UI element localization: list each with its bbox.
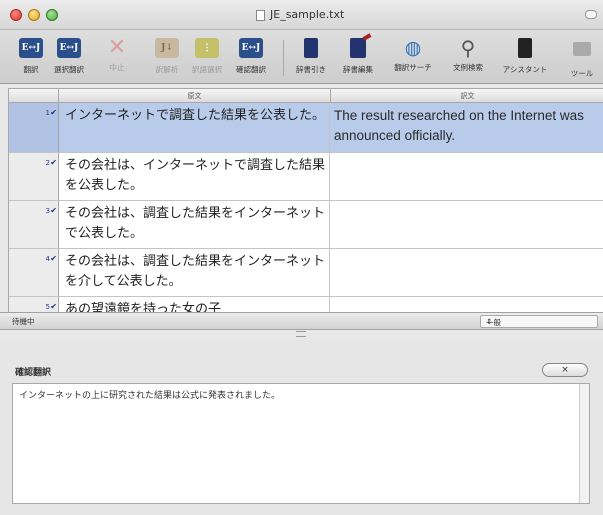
word-choice-label: 訳語選択 — [192, 65, 222, 74]
word-choice-button[interactable]: ⋮ 訳語選択 — [190, 36, 224, 80]
tools-label: ツール — [570, 69, 594, 78]
check-icon[interactable]: ✔ — [50, 254, 57, 263]
close-pane-button[interactable]: × — [542, 363, 588, 377]
assistant-button[interactable]: アシスタント — [498, 36, 552, 80]
stop-label: 中止 — [109, 63, 125, 72]
confirm-translation-icon: E↔J — [238, 38, 264, 62]
confirm-text: インターネットの上に研究された結果は公式に発表されました。 — [19, 391, 281, 401]
row-number-cell: 3 ✔ — [9, 201, 59, 248]
target-text — [330, 297, 603, 300]
status-bar: 待機中 一般 ⇕ — [0, 312, 603, 330]
header-number-column — [9, 89, 59, 103]
translation-search-label: 翻訳サーチ — [394, 63, 432, 72]
confirm-scrollbar[interactable] — [579, 384, 589, 503]
check-icon[interactable]: ✔ — [50, 206, 57, 215]
translation-search-icon: ◍ — [404, 37, 422, 59]
header-source-column[interactable]: 原文 — [59, 89, 331, 103]
splitter-handle[interactable] — [296, 331, 306, 337]
word-choice-icon: ⋮ — [194, 38, 220, 62]
row-number-cell: 1 ✔ — [9, 103, 59, 152]
table-row[interactable]: 5 ✔ あの望遠鏡を持った女の子 — [9, 297, 603, 312]
row-number-cell: 4 ✔ — [9, 249, 59, 296]
confirm-translation-label: 確認翻訳 — [236, 65, 266, 74]
confirm-translation-button[interactable]: E↔J 確認翻訳 — [230, 36, 272, 80]
example-search-button[interactable]: ⚲ 文例検索 — [448, 36, 488, 80]
dictionary-edit-label: 辞書編集 — [343, 65, 373, 74]
source-cell[interactable]: その会社は、インターネットで調査した結果を公表した。 — [65, 156, 327, 196]
zoom-window-button[interactable] — [46, 9, 58, 21]
row-number-cell: 2 ✔ — [9, 153, 59, 200]
translate-label: 翻訳 — [23, 65, 39, 74]
source-cell[interactable]: あの望遠鏡を持った女の子 — [65, 300, 327, 312]
dictionary-lookup-button[interactable]: 辞書引き — [292, 36, 330, 80]
status-text: 待機中 — [12, 317, 35, 326]
table-row[interactable]: 1 ✔ インターネットで調査した結果を公表した。 The result rese… — [9, 103, 603, 153]
toolbar-separator — [283, 40, 284, 76]
target-cell[interactable]: The result researched on the Internet wa… — [329, 103, 603, 152]
translation-grid: 原文 訳文 1 ✔ インターネットで調査した結果を公表した。 The resul… — [8, 88, 603, 312]
check-icon[interactable]: ✔ — [50, 108, 57, 117]
translation-search-button[interactable]: ◍ 翻訳サーチ — [388, 36, 438, 80]
table-row[interactable]: 2 ✔ その会社は、インターネットで調査した結果を公表した。 — [9, 153, 603, 201]
window-title: JE_sample.txt — [270, 8, 345, 21]
magnifier-icon: ⚲ — [460, 36, 476, 60]
analyze-icon: J↓ — [154, 38, 180, 62]
target-text: The result researched on the Internet wa… — [334, 108, 584, 143]
target-cell[interactable] — [329, 297, 603, 312]
toolbar: E↔J 翻訳 E↔J 選択翻訳 ✕ 中止 J↓ 訳解析 ⋮ 訳語選択 E↔J 確… — [0, 30, 603, 84]
source-cell[interactable]: その会社は、調査した結果をインターネットで公表した。 — [65, 204, 327, 244]
source-cell[interactable]: インターネットで調査した結果を公表した。 — [65, 106, 327, 126]
table-row[interactable]: 4 ✔ その会社は、調査した結果をインターネットを介して公表した。 — [9, 249, 603, 297]
mode-select[interactable]: 一般 ⇕ — [480, 315, 598, 328]
target-text — [330, 153, 603, 156]
app-window: JE_sample.txt E↔J 翻訳 E↔J 選択翻訳 ✕ 中止 J↓ 訳解… — [0, 0, 603, 515]
target-cell[interactable] — [329, 249, 603, 296]
confirm-pane-title: 確認翻訳 — [15, 368, 52, 378]
translate-selection-icon: E↔J — [56, 38, 82, 62]
table-row[interactable]: 3 ✔ その会社は、調査した結果をインターネットで公表した。 — [9, 201, 603, 249]
tools-button[interactable]: ツール — [562, 36, 602, 80]
translate-button[interactable]: E↔J 翻訳 — [14, 36, 48, 80]
target-cell[interactable] — [329, 153, 603, 200]
analyze-button[interactable]: J↓ 訳解析 — [150, 36, 184, 80]
source-cell[interactable]: その会社は、調査した結果をインターネットを介して公表した。 — [65, 252, 327, 292]
grid-header: 原文 訳文 — [9, 89, 603, 103]
header-target-column[interactable]: 訳文 — [331, 89, 603, 103]
dictionary-edit-button[interactable]: 辞書編集 — [338, 36, 378, 80]
toolbar-toggle-button[interactable] — [585, 10, 597, 19]
example-search-label: 文例検索 — [453, 63, 483, 72]
confirm-text-area[interactable]: インターネットの上に研究された結果は公式に発表されました。 — [12, 383, 590, 504]
title-bar: JE_sample.txt — [0, 0, 603, 30]
target-text — [330, 249, 603, 252]
dictionary-edit-icon — [345, 38, 371, 62]
check-icon[interactable]: ✔ — [50, 158, 57, 167]
tools-icon — [569, 42, 595, 66]
dictionary-lookup-label: 辞書引き — [296, 65, 326, 74]
stop-icon: ✕ — [107, 35, 127, 60]
translate-icon: E↔J — [18, 38, 44, 62]
minimize-window-button[interactable] — [28, 9, 40, 21]
check-icon[interactable]: ✔ — [50, 302, 57, 311]
confirm-translation-pane: 確認翻訳 × インターネットの上に研究された結果は公式に発表されました。 — [0, 340, 603, 515]
target-cell[interactable] — [329, 201, 603, 248]
document-icon — [256, 10, 265, 21]
assistant-icon — [512, 38, 538, 62]
updown-arrow-icon: ⇕ — [486, 317, 493, 326]
translate-selection-label: 選択翻訳 — [54, 65, 84, 74]
assistant-label: アシスタント — [502, 65, 548, 74]
close-window-button[interactable] — [10, 9, 22, 21]
dictionary-lookup-icon — [298, 38, 324, 62]
row-number-cell: 5 ✔ — [9, 297, 59, 312]
target-text — [330, 201, 603, 204]
analyze-label: 訳解析 — [155, 65, 179, 74]
translate-selection-button[interactable]: E↔J 選択翻訳 — [50, 36, 88, 80]
stop-button[interactable]: ✕ 中止 — [100, 36, 134, 80]
